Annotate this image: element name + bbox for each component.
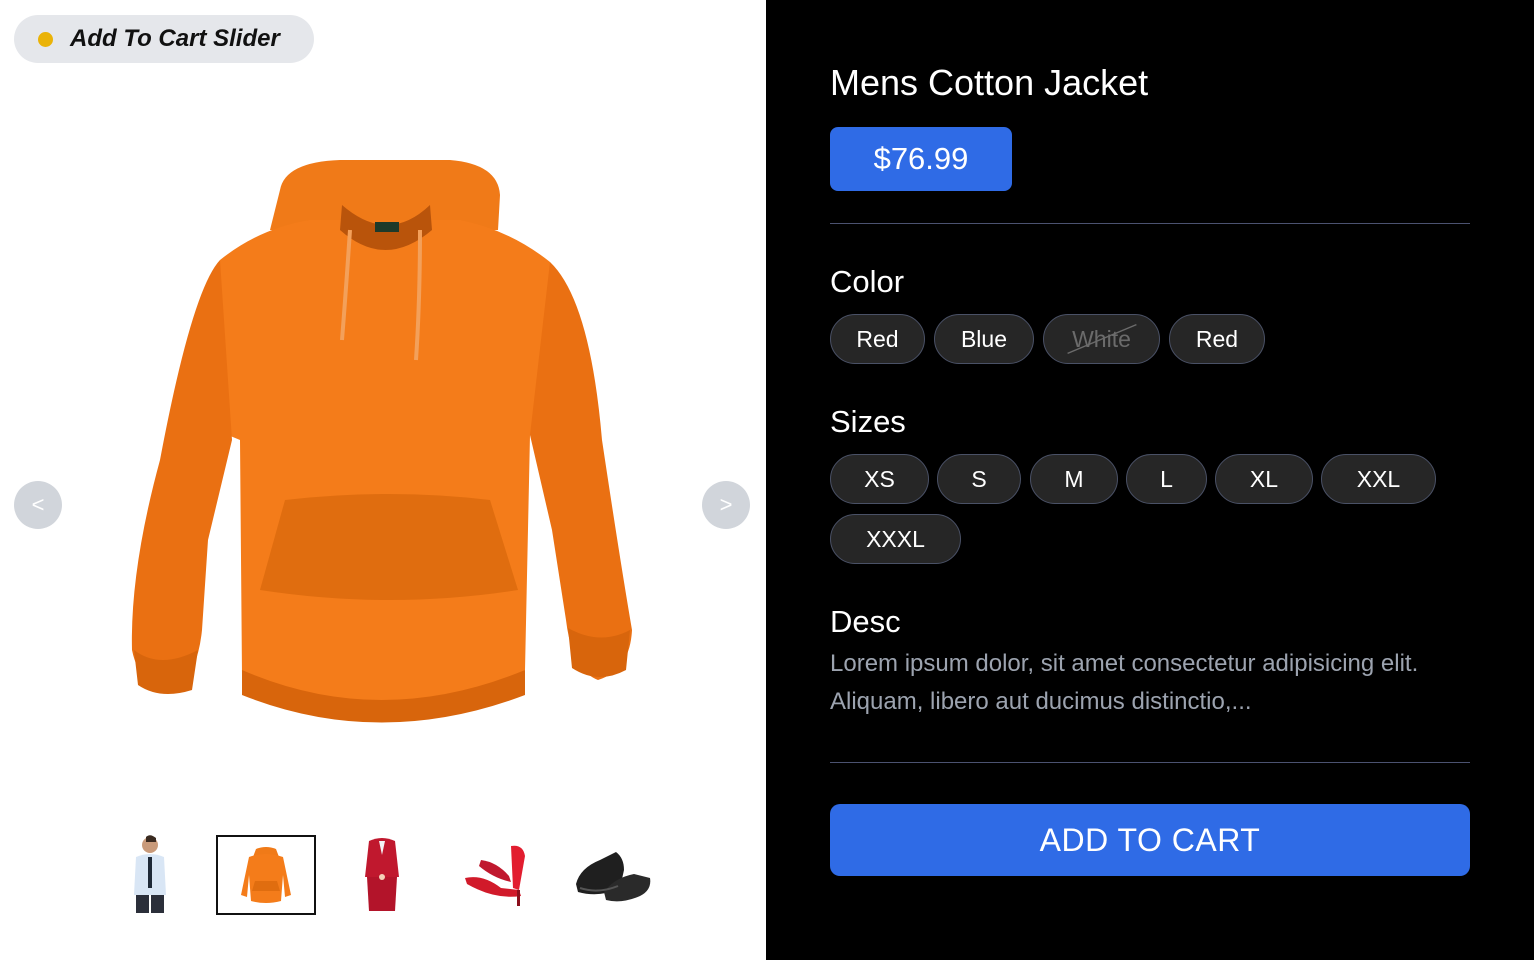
size-option-xs[interactable]: XS <box>830 454 929 504</box>
status-dot <box>38 31 53 47</box>
chevron-left-icon: < <box>31 492 45 517</box>
product-title: Mens Cotton Jacket <box>830 62 1149 103</box>
price-tag: $76.99 <box>830 127 1012 191</box>
size-option-xxl[interactable]: XXL <box>1321 454 1436 504</box>
black-shoes-image <box>576 852 651 902</box>
product-description: Lorem ipsum dolor, sit amet consectetur … <box>830 650 1419 715</box>
man-in-shirt-thumbnail[interactable] <box>102 835 198 913</box>
red-suit-image <box>365 838 399 911</box>
size-option-s[interactable]: S <box>937 454 1021 504</box>
size-option-xxxl[interactable]: XXXL <box>830 514 961 564</box>
black-shoes-thumbnail[interactable] <box>564 835 660 911</box>
product-gallery: Add To Cart Slider < > <box>0 0 766 960</box>
chevron-right-icon: > <box>719 492 733 517</box>
man-in-shirt-image <box>134 835 166 913</box>
title-badge: Add To Cart Slider <box>14 15 314 63</box>
orange-hoodie-thumbnail[interactable] <box>216 835 316 915</box>
next-image-button[interactable]: > <box>702 481 750 529</box>
product-details-panel: Mens Cotton Jacket $76.99 Color Red Blue… <box>766 0 1534 960</box>
divider <box>830 762 1470 763</box>
add-to-cart-button[interactable]: ADD TO CART <box>830 804 1470 876</box>
sizes-label: Sizes <box>830 404 906 439</box>
red-heels-thumbnail[interactable] <box>448 835 544 911</box>
color-option-red-2[interactable]: Red <box>1169 314 1265 364</box>
red-heels-image <box>465 845 525 906</box>
red-suit-thumbnail[interactable] <box>334 835 430 911</box>
strikethrough-icon <box>1067 323 1137 355</box>
color-option-blue[interactable]: Blue <box>934 314 1034 364</box>
divider <box>830 223 1470 224</box>
orange-hoodie-image <box>241 847 291 903</box>
size-option-m[interactable]: M <box>1030 454 1118 504</box>
main-product-image <box>131 160 632 723</box>
color-option-white-unavailable: White <box>1043 314 1160 364</box>
color-label: Color <box>830 264 905 299</box>
previous-image-button[interactable]: < <box>14 481 62 529</box>
thumbnail-strip <box>0 830 766 920</box>
size-option-xl[interactable]: XL <box>1215 454 1313 504</box>
desc-label: Desc <box>830 604 901 639</box>
size-option-l[interactable]: L <box>1126 454 1207 504</box>
color-option-red[interactable]: Red <box>830 314 925 364</box>
badge-label: Add To Cart Slider <box>70 25 280 52</box>
